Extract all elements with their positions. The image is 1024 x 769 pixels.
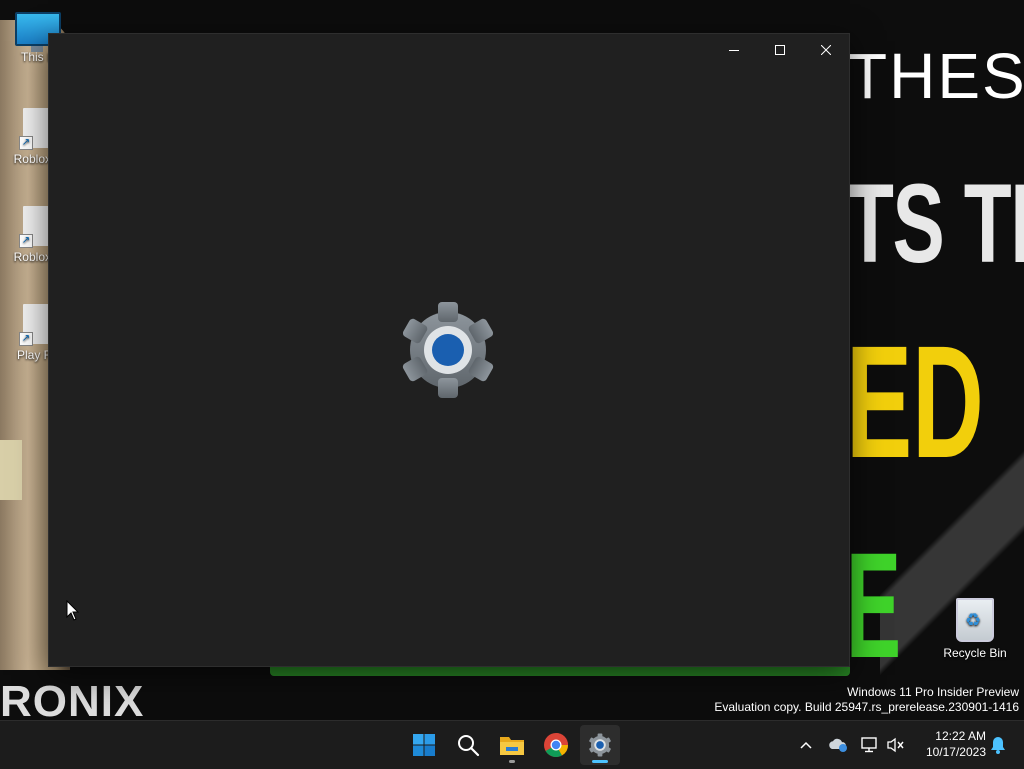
gear-icon xyxy=(589,733,611,757)
wallpaper-brand-text: RONIX xyxy=(0,677,145,721)
watermark-line-1: Windows 11 Pro Insider Preview xyxy=(847,685,1019,699)
settings-gear-icon xyxy=(402,302,494,398)
close-button[interactable] xyxy=(803,34,849,66)
active-indicator xyxy=(592,760,608,763)
windows-logo-icon xyxy=(413,734,435,756)
clock-date: 10/17/2023 xyxy=(925,745,986,759)
chrome-icon xyxy=(544,733,568,758)
watermark-line-2: Evaluation copy. Build 25947.rs_prerelea… xyxy=(714,700,1019,714)
folder-icon xyxy=(500,737,524,755)
clock-time: 12:22 AM xyxy=(935,729,986,743)
notifications-button[interactable] xyxy=(988,735,1008,755)
search-button[interactable] xyxy=(448,725,488,765)
system-clock[interactable]: 12:22 AM 10/17/2023 xyxy=(914,728,986,760)
volume-muted-icon xyxy=(887,737,904,753)
mouse-cursor-icon xyxy=(66,600,80,621)
volume-tray-button[interactable] xyxy=(886,735,906,755)
taskbar: 12:22 AM 10/17/2023 xyxy=(0,720,1024,769)
onedrive-icon xyxy=(829,738,847,752)
settings-window[interactable] xyxy=(48,33,850,667)
file-explorer-button[interactable] xyxy=(492,725,532,765)
wallpaper-text-mid: TS TI xyxy=(846,161,1024,286)
recycle-bin-icon: ♻ xyxy=(956,598,994,642)
wallpaper-text-green: E xyxy=(846,521,902,689)
network-tray-button[interactable] xyxy=(860,735,880,755)
windows-watermark: Windows 11 Pro Insider Preview Evaluatio… xyxy=(714,685,1019,715)
start-button[interactable] xyxy=(404,725,444,765)
minimize-icon xyxy=(729,50,739,51)
onedrive-tray-button[interactable] xyxy=(828,735,848,755)
chrome-button[interactable] xyxy=(536,725,576,765)
minimize-button[interactable] xyxy=(711,34,757,66)
running-indicator xyxy=(509,760,515,763)
settings-taskbar-button[interactable] xyxy=(580,725,620,765)
desktop-icon-recycle-bin[interactable]: ♻ Recycle Bin xyxy=(937,598,1013,660)
wallpaper-text-yellow: ED xyxy=(846,312,984,491)
wallpaper-detail xyxy=(0,440,22,500)
bell-icon xyxy=(991,737,1005,754)
wallpaper-text-top: THES xyxy=(848,40,1024,112)
chevron-up-icon xyxy=(800,741,812,749)
shortcut-arrow-icon: ↗ xyxy=(19,234,33,248)
shortcut-arrow-icon: ↗ xyxy=(19,136,33,150)
maximize-icon xyxy=(775,45,785,55)
show-hidden-icons-button[interactable] xyxy=(796,735,816,755)
search-icon xyxy=(458,735,480,757)
network-icon xyxy=(861,737,877,753)
maximize-button[interactable] xyxy=(757,34,803,66)
shortcut-arrow-icon: ↗ xyxy=(19,332,33,346)
desktop-icon-label: Recycle Bin xyxy=(943,646,1007,660)
close-icon xyxy=(821,45,831,55)
